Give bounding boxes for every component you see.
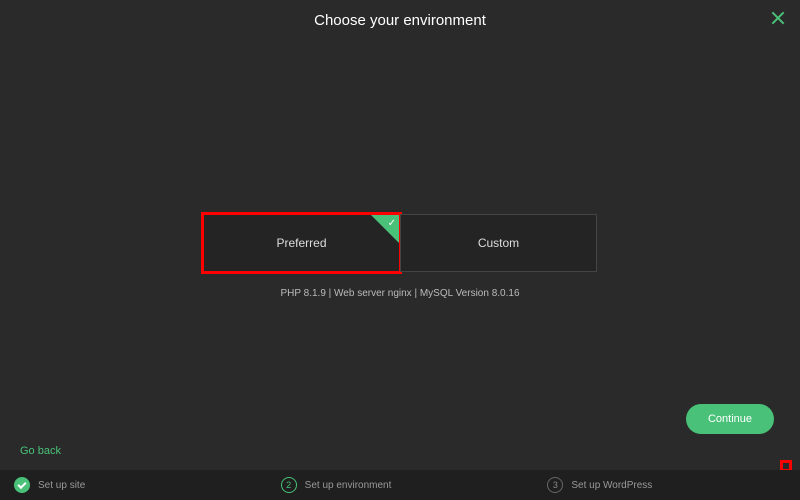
continue-button[interactable]: Continue: [686, 404, 774, 434]
go-back-link[interactable]: Go back: [20, 445, 61, 457]
step-setup-wordpress: 3 Set up WordPress: [533, 470, 800, 500]
step-label: Set up environment: [305, 480, 392, 491]
continue-highlight: Continue: [782, 462, 790, 470]
step-setup-environment: 2 Set up environment: [267, 470, 534, 500]
option-label: Custom: [478, 236, 519, 250]
option-custom[interactable]: Custom: [400, 214, 597, 272]
option-preferred[interactable]: ✓ Preferred: [203, 214, 400, 272]
close-icon[interactable]: [770, 10, 786, 26]
step-setup-site: Set up site: [0, 470, 267, 500]
step-label: Set up site: [38, 480, 85, 491]
page-title: Choose your environment: [0, 0, 800, 29]
check-icon: [14, 477, 30, 493]
stepper: Set up site 2 Set up environment 3 Set u…: [0, 470, 800, 500]
step-label: Set up WordPress: [571, 480, 652, 491]
environment-options: ✓ Preferred Custom: [0, 214, 800, 272]
environment-details: PHP 8.1.9 | Web server nginx | MySQL Ver…: [0, 288, 800, 299]
option-label: Preferred: [276, 236, 326, 250]
check-icon: ✓: [388, 218, 396, 229]
step-number: 2: [281, 477, 297, 493]
step-number: 3: [547, 477, 563, 493]
